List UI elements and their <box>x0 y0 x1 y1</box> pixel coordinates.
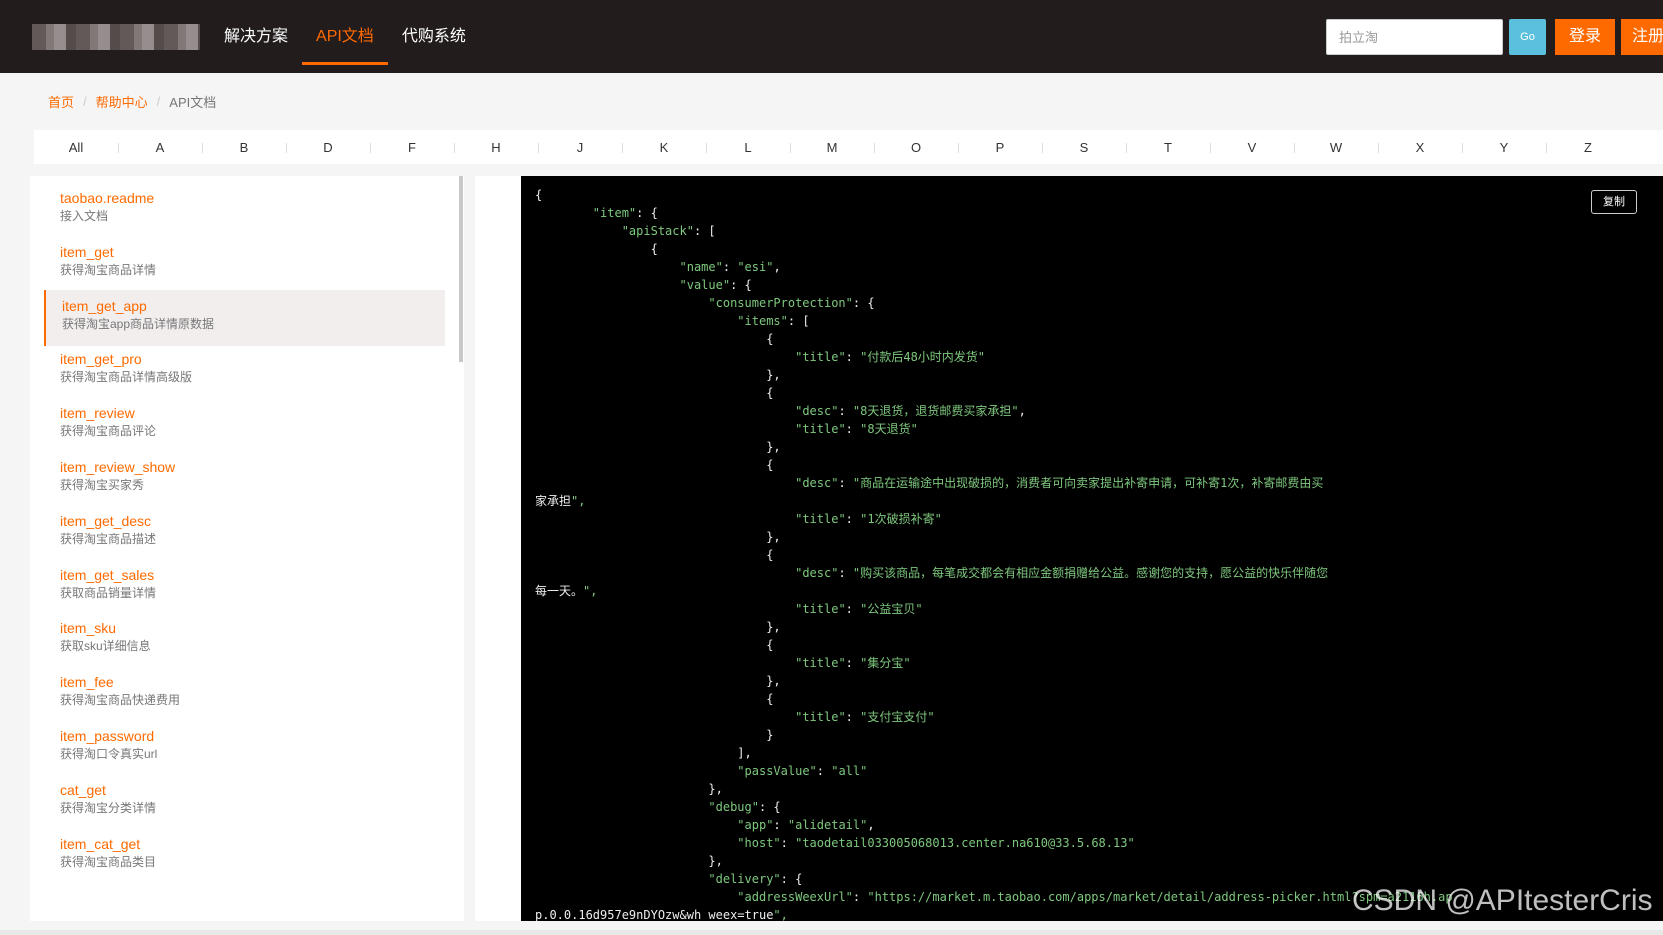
api-name: cat_get <box>60 781 106 798</box>
breadcrumb-help-center[interactable]: 帮助中心 <box>96 92 148 111</box>
api-list-item[interactable]: item_get_sales 获取商品销量详情 <box>44 559 445 615</box>
json-response-code: { "item": { "apiStack": [ { "name": "esi… <box>535 188 1453 921</box>
nav-solutions[interactable]: 解决方案 <box>210 0 302 73</box>
main-nav: 解决方案 API文档 代购系统 <box>210 0 480 73</box>
api-name: item_get <box>60 243 114 260</box>
alphabet-filter-j[interactable]: J <box>538 140 622 155</box>
alphabet-filter-a[interactable]: A <box>118 140 202 155</box>
site-logo[interactable] <box>32 24 200 50</box>
api-list-sidebar: taobao.readme 接入文档 item_get 获得淘宝商品详情 item_ge… <box>30 176 464 921</box>
api-description: 获得淘宝买家秀 <box>60 478 145 492</box>
alphabet-filter-p[interactable]: P <box>958 140 1042 155</box>
sidebar-scrollbar[interactable] <box>459 176 463 362</box>
api-list-item[interactable]: item_review 获得淘宝商品评论 <box>44 397 445 453</box>
register-button[interactable]: 注册 <box>1621 19 1663 55</box>
api-name: item_review_show <box>60 459 176 475</box>
alphabet-filter-f[interactable]: F <box>370 140 454 155</box>
api-name: item_cat_get <box>60 835 141 852</box>
alphabet-filter-b[interactable]: B <box>202 140 286 155</box>
nav-purchasing-system[interactable]: 代购系统 <box>388 0 480 73</box>
search-input[interactable] <box>1326 19 1503 55</box>
api-description: 获得淘口令真实url <box>60 747 158 761</box>
alphabet-filter-o[interactable]: O <box>874 140 958 155</box>
api-name: item_fee <box>60 674 114 691</box>
api-list-item[interactable]: cat_get 获得淘宝分类详情 <box>44 774 445 830</box>
alphabet-filter-s[interactable]: S <box>1042 140 1126 155</box>
api-description: 获得淘宝商品详情高级版 <box>60 370 193 385</box>
api-name: item_review <box>60 405 135 422</box>
alphabet-filter-all[interactable]: All <box>34 140 118 155</box>
bottom-divider <box>0 930 1663 935</box>
api-list-item[interactable]: item_review_show 获得淘宝买家秀 <box>44 451 445 507</box>
api-name: item_get_pro <box>60 351 142 368</box>
api-list-item[interactable]: item_fee 获得淘宝商品快递费用 <box>44 666 445 722</box>
nav-api-docs[interactable]: API文档 <box>302 0 388 73</box>
alphabet-filter-w[interactable]: W <box>1294 140 1378 155</box>
api-list-item[interactable]: item_get_desc 获得淘宝商品描述 <box>44 505 445 561</box>
api-description: 获取商品销量详情 <box>60 585 157 600</box>
api-description: 获得淘宝分类详情 <box>60 800 157 815</box>
top-nav-bar: 解决方案 API文档 代购系统 Go 登录 注册 <box>0 0 1663 73</box>
alphabet-filter-k[interactable]: K <box>622 140 706 155</box>
api-list-item[interactable]: item_get_pro 获得淘宝商品详情高级版 <box>44 343 445 399</box>
alphabet-filter-bar: All A B D F H J K L M O P S T V W X Y Z <box>34 130 1663 164</box>
api-name: item_sku <box>60 620 117 637</box>
api-name: item_password <box>60 728 155 744</box>
api-list-item[interactable]: item_password 获得淘口令真实url <box>44 720 445 776</box>
api-list-item[interactable]: item_cat_get 获得淘宝商品类目 <box>44 828 445 884</box>
api-name: taobao.readme <box>60 190 155 206</box>
api-description: 获得淘宝商品快递费用 <box>60 693 181 708</box>
breadcrumb-home[interactable]: 首页 <box>48 92 74 111</box>
breadcrumb-separator: / <box>156 94 161 109</box>
alphabet-filter-z[interactable]: Z <box>1546 140 1630 155</box>
api-description: 获得淘宝商品类目 <box>60 854 157 869</box>
api-name: item_get_desc <box>60 512 152 529</box>
api-description: 获取sku详细信息 <box>60 639 151 654</box>
breadcrumb-separator: / <box>83 94 87 109</box>
api-name: item_get_sales <box>60 566 155 583</box>
alphabet-filter-t[interactable]: T <box>1126 140 1210 155</box>
api-description: 获得淘宝商品评论 <box>60 424 157 439</box>
breadcrumb: 首页 / 帮助中心 / API文档 <box>48 92 216 111</box>
alphabet-filter-y[interactable]: Y <box>1462 140 1546 155</box>
api-description: 获得淘宝app商品详情原数据 <box>62 316 215 331</box>
alphabet-filter-x[interactable]: X <box>1378 140 1462 155</box>
copy-button[interactable]: 复制 <box>1591 190 1637 214</box>
api-description: 获得淘宝商品描述 <box>60 531 157 546</box>
breadcrumb-current: API文档 <box>169 95 217 110</box>
api-description: 获得淘宝商品详情 <box>60 262 157 277</box>
code-block: { "item": { "apiStack": [ { "name": "esi… <box>521 176 1663 921</box>
search-go-button[interactable]: Go <box>1509 19 1546 55</box>
api-list-item[interactable]: item_get_app 获得淘宝app商品详情原数据 <box>44 289 445 346</box>
api-list-item[interactable]: item_sku 获取sku详细信息 <box>44 612 445 668</box>
alphabet-filter-d[interactable]: D <box>286 140 370 155</box>
alphabet-filter-v[interactable]: V <box>1210 140 1294 155</box>
api-list-item[interactable]: taobao.readme 接入文档 <box>44 182 445 238</box>
alphabet-filter-h[interactable]: H <box>454 140 538 155</box>
alphabet-filter-l[interactable]: L <box>706 140 790 155</box>
alphabet-filter-m[interactable]: M <box>790 140 874 155</box>
watermark: CSDN @APItesterCris <box>1352 884 1653 917</box>
api-description: 接入文档 <box>60 209 109 223</box>
login-button[interactable]: 登录 <box>1555 19 1615 55</box>
api-name: item_get_app <box>62 297 147 314</box>
api-list-item[interactable]: item_get 获得淘宝商品详情 <box>44 236 445 292</box>
